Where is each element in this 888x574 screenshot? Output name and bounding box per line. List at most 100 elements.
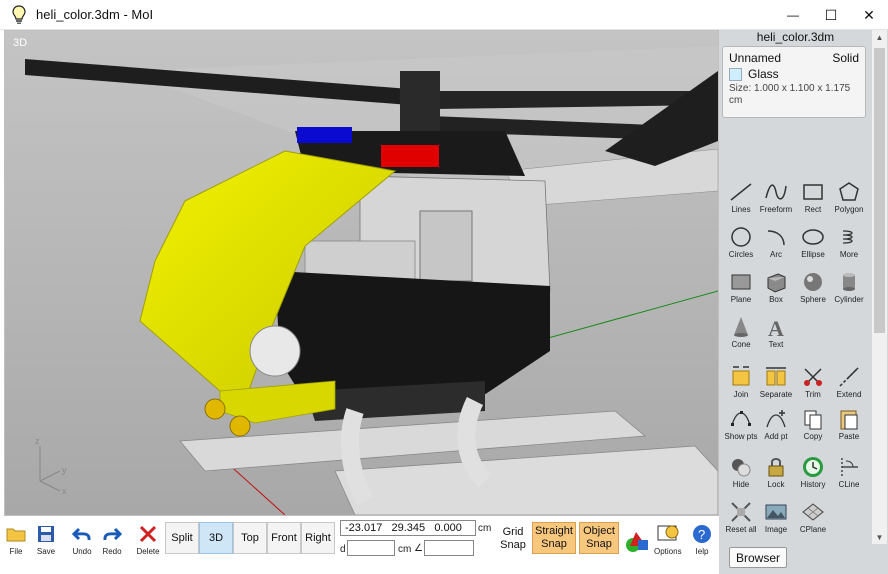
tool-label: More [839,250,859,259]
tool-image-button[interactable]: Image [757,500,795,540]
cline-icon [836,455,862,479]
scrollbar-thumb[interactable] [874,48,885,333]
view-split-button[interactable]: Split [165,522,199,554]
redo-button[interactable]: Redo [100,522,124,556]
help-button[interactable]: ? Ielp [692,522,712,556]
tool-extend-button[interactable]: Extend [830,365,868,405]
polygon-icon [836,180,862,204]
trim-icon [800,365,826,389]
cylinder-icon [836,270,862,294]
options-gear-icon [656,522,680,546]
delete-x-icon [136,522,160,546]
tool-label: Text [768,340,784,349]
axis-x-label: x [62,486,67,496]
red-light [381,145,439,167]
grid-snap-toggle[interactable]: Grid Snap [498,526,528,552]
tool-label: Join [733,390,749,399]
coord-y: 29.345 [391,522,426,534]
save-button[interactable]: Save [34,522,58,556]
tool-separate-button[interactable]: Separate [757,365,795,405]
browser-button[interactable]: Browser [729,547,787,568]
tool-plane-button[interactable]: Plane [722,270,760,310]
panel-scrollbar[interactable]: ▲ ▼ [872,30,887,544]
delete-button[interactable]: Delete [136,522,160,556]
tool-polygon-button[interactable]: Polygon [830,180,868,220]
view-front-button[interactable]: Front [267,522,301,554]
view-top-button[interactable]: Top [233,522,267,554]
scroll-down-icon[interactable]: ▼ [872,530,887,544]
maximize-button[interactable]: ☐ [812,0,850,30]
paste-icon [836,407,862,431]
tool-box-button[interactable]: Box [757,270,795,310]
object-name[interactable]: Unnamed [729,51,781,65]
view-right-button[interactable]: Right [301,522,335,554]
plane-icon [728,270,754,294]
tool-label: Polygon [834,205,864,214]
tool-show-pts-button[interactable]: Show pts [722,407,760,447]
scene-shapes-icon [624,528,650,554]
title-bar: heli_color.3dm - MoI — ☐ ✕ [0,0,888,30]
viewport-label[interactable]: 3D [13,37,27,49]
close-button[interactable]: ✕ [850,0,888,30]
tool-freeform-button[interactable]: Freeform [757,180,795,220]
file-button[interactable]: File [4,522,28,556]
tool-more-button[interactable]: More [830,225,868,265]
viewport-3d[interactable]: z y x 3D [4,30,719,516]
object-type: Solid [832,51,859,65]
tool-text-button[interactable]: A Text [757,315,795,355]
distance-input[interactable] [347,540,395,556]
more-icon [836,225,862,249]
undo-button[interactable]: Undo [70,522,94,556]
tool-join-button[interactable]: Join [722,365,760,405]
tool-add-pt-button[interactable]: Add pt [757,407,795,447]
straight-snap-toggle[interactable]: Straight Snap [532,522,576,554]
style-swatch[interactable] [729,67,742,81]
object-snap-toggle[interactable]: Object Snap [579,522,619,554]
tool-label: Plane [730,295,752,304]
tool-circles-button[interactable]: Circles [722,225,760,265]
angle-input[interactable] [424,540,474,556]
helicopter-model[interactable]: z y x [5,31,718,515]
tool-cylinder-button[interactable]: Cylinder [830,270,868,310]
tool-label: Lines [731,205,751,214]
tool-ellipse-button[interactable]: Ellipse [794,225,832,265]
tool-paste-button[interactable]: Paste [830,407,868,447]
save-icon [34,522,58,546]
tool-label: Trim [805,390,821,399]
tool-lines-button[interactable]: Lines [722,180,760,220]
delete-label: Delete [136,547,160,556]
tool-sphere-button[interactable]: Sphere [794,270,832,310]
tool-lock-button[interactable]: Lock [757,455,795,495]
tool-rect-button[interactable]: Rect [794,180,832,220]
distance-label: d [340,544,346,555]
tool-arc-button[interactable]: Arc [757,225,795,265]
style-name[interactable]: Glass [748,67,779,81]
headlight-right [229,415,251,437]
tool-hide-button[interactable]: Hide [722,455,760,495]
view-3d-button[interactable]: 3D [199,522,233,554]
tool-reset-all-button[interactable]: Reset all [722,500,760,540]
show-points-icon [728,407,754,431]
help-label: Ielp [695,547,709,556]
tool-label: Ellipse [801,250,825,259]
tool-cplane-button[interactable]: CPlane [794,500,832,540]
tool-copy-button[interactable]: Copy [794,407,832,447]
tool-label: Show pts [724,432,758,441]
tool-cline-button[interactable]: CLine [830,455,868,495]
coord-unit: cm [478,523,492,534]
tool-label: Box [769,295,783,304]
tool-cone-button[interactable]: Cone [722,315,760,355]
right-panel: heli_color.3dm Unnamed Solid Glass Size:… [719,30,888,574]
minimize-button[interactable]: — [774,0,812,30]
separate-icon [763,365,789,389]
options-button[interactable]: Options [654,522,682,556]
object-size: Size: 1.000 x 1.100 x 1.175 cm [729,83,851,106]
coord-x: -23.017 [345,522,383,534]
object-snap-line1: Object [583,525,615,537]
tool-history-button[interactable]: History [794,455,832,495]
properties-box[interactable]: Unnamed Solid Glass Size: 1.000 x 1.100 … [722,46,866,118]
coordinate-input[interactable]: -23.017 29.345 0.000 [340,520,476,536]
tool-trim-button[interactable]: Trim [794,365,832,405]
seat [249,325,301,377]
scroll-up-icon[interactable]: ▲ [872,30,887,44]
